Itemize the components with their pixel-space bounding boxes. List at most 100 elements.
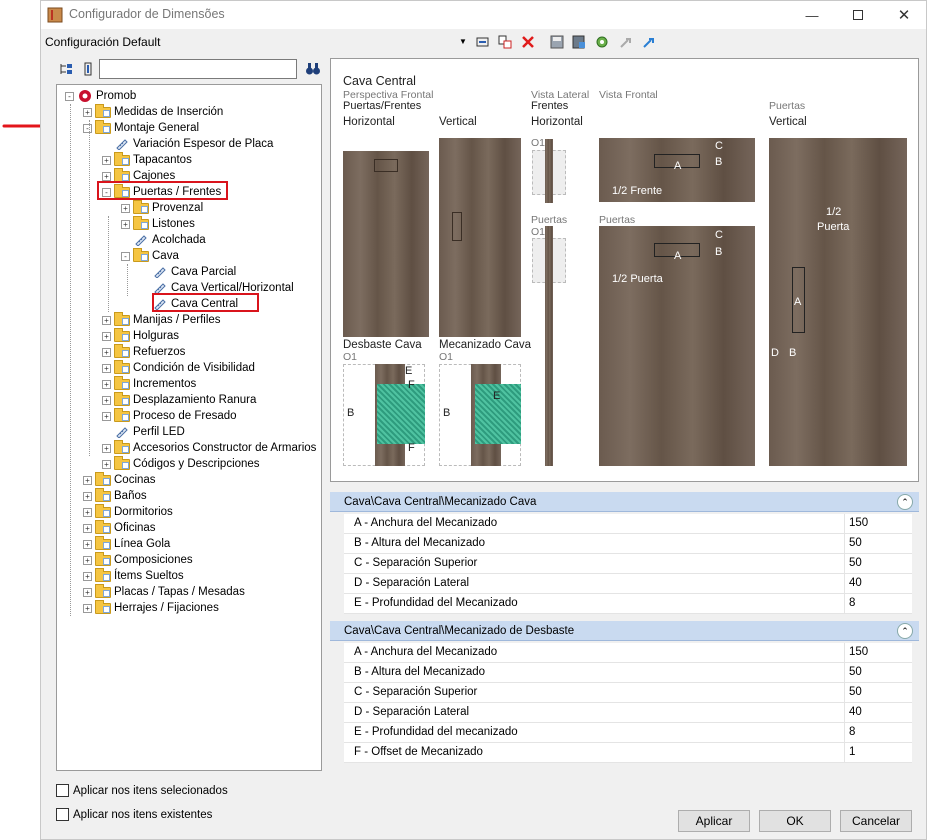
- binoculars-search-icon[interactable]: [305, 61, 321, 77]
- checkbox-box[interactable]: [56, 808, 69, 821]
- label-desbaste: Desbaste Cava: [343, 339, 422, 351]
- tree-expander[interactable]: +: [102, 411, 111, 421]
- ok-button[interactable]: OK: [759, 810, 831, 832]
- dropdown-arrow-icon[interactable]: ▼: [459, 37, 467, 46]
- section-header[interactable]: Cava\Cava Central\Mecanizado Cava ⌃: [330, 492, 919, 512]
- tree-item[interactable]: + Tapacantos: [102, 152, 192, 168]
- tree-expander[interactable]: +: [102, 443, 111, 453]
- tree-expander[interactable]: +: [121, 219, 130, 229]
- tree-expander[interactable]: +: [102, 395, 111, 405]
- tree-expander[interactable]: +: [102, 171, 111, 181]
- property-value-input[interactable]: 8: [844, 594, 912, 614]
- tree-item[interactable]: + Accesorios Constructor de Armarios: [102, 440, 316, 456]
- folder-icon: [133, 200, 149, 215]
- property-value-input[interactable]: 50: [844, 554, 912, 574]
- property-value-input[interactable]: 50: [844, 683, 912, 703]
- tree-item[interactable]: + Manijas / Perfiles: [102, 312, 221, 328]
- expand-all-icon[interactable]: [58, 61, 74, 77]
- tree-item[interactable]: + Incrementos: [102, 376, 196, 392]
- toolbar-select-icon[interactable]: [475, 34, 491, 50]
- tree-item[interactable]: + Baños: [83, 488, 147, 504]
- ruler-icon: [114, 137, 130, 151]
- tree-item[interactable]: - Cava: [121, 248, 179, 264]
- tree-item[interactable]: + Provenzal: [121, 200, 203, 216]
- section-header[interactable]: Cava\Cava Central\Mecanizado de Desbaste…: [330, 621, 919, 641]
- tree-item[interactable]: + Composiciones: [83, 552, 193, 568]
- tree-expander[interactable]: +: [102, 363, 111, 373]
- toolbar-link-icon[interactable]: [641, 34, 657, 50]
- tree-expander[interactable]: +: [83, 475, 92, 485]
- tree-item[interactable]: Acolchada: [121, 232, 206, 248]
- property-value-input[interactable]: 1: [844, 743, 912, 763]
- tree-item[interactable]: Cava Parcial: [140, 264, 236, 280]
- tree-item[interactable]: Variación Espesor de Placa: [102, 136, 273, 152]
- tree-expander[interactable]: +: [83, 587, 92, 597]
- tree-expander[interactable]: +: [83, 555, 92, 565]
- tree-expander[interactable]: +: [83, 491, 92, 501]
- apply-existing-checkbox[interactable]: Aplicar nos itens existentes: [56, 808, 212, 821]
- toolbar-export-icon[interactable]: [571, 34, 587, 50]
- minimize-button[interactable]: —: [789, 1, 835, 29]
- tree-expander[interactable]: -: [83, 123, 92, 133]
- toolbar-import-icon[interactable]: [618, 34, 634, 50]
- tree-expander[interactable]: +: [102, 331, 111, 341]
- tree-expander[interactable]: +: [83, 107, 92, 117]
- property-value-input[interactable]: 40: [844, 574, 912, 594]
- tree-item[interactable]: + Dormitorios: [83, 504, 173, 520]
- tree-item[interactable]: + Cocinas: [83, 472, 156, 488]
- toolbar-save-icon[interactable]: [549, 34, 565, 50]
- door-horizontal-cava: [374, 159, 398, 172]
- tree-item-label: Baños: [114, 490, 147, 502]
- tree-expander[interactable]: +: [83, 571, 92, 581]
- toolbar-copy-icon[interactable]: [497, 34, 513, 50]
- property-value-input[interactable]: 40: [844, 703, 912, 723]
- tree-expander[interactable]: +: [102, 315, 111, 325]
- tree-item[interactable]: + Ítems Sueltos: [83, 568, 184, 584]
- tree-expander[interactable]: +: [102, 155, 111, 165]
- tree-item[interactable]: + Holguras: [102, 328, 179, 344]
- collapse-chevron-icon[interactable]: ⌃: [897, 623, 913, 639]
- tree-expander[interactable]: +: [83, 539, 92, 549]
- maximize-button[interactable]: [835, 1, 881, 29]
- tree-item[interactable]: + Oficinas: [83, 520, 156, 536]
- tree-item[interactable]: + Línea Gola: [83, 536, 170, 552]
- property-value-input[interactable]: 8: [844, 723, 912, 743]
- close-button[interactable]: ✕: [881, 1, 927, 29]
- configuration-select[interactable]: Configuración Default: [45, 32, 469, 52]
- apply-selected-checkbox[interactable]: Aplicar nos itens selecionados: [56, 784, 228, 797]
- property-value-input[interactable]: 150: [844, 514, 912, 534]
- tree-root[interactable]: - Promob: [65, 88, 136, 104]
- tree-item[interactable]: + Condición de Visibilidad: [102, 360, 255, 376]
- tree-item[interactable]: + Refuerzos: [102, 344, 185, 360]
- property-value-input[interactable]: 50: [844, 663, 912, 683]
- tree-item[interactable]: + Medidas de Inserción: [83, 104, 223, 120]
- tree-expander[interactable]: +: [102, 379, 111, 389]
- tree-search-input[interactable]: [99, 59, 297, 79]
- tree-expander[interactable]: +: [121, 203, 130, 213]
- tree-expander[interactable]: +: [83, 603, 92, 613]
- tree-item[interactable]: Perfil LED: [102, 424, 185, 440]
- tree-expander[interactable]: +: [83, 523, 92, 533]
- checkbox-box[interactable]: [56, 784, 69, 797]
- toolbar-delete-icon[interactable]: [520, 34, 536, 50]
- tree-expander[interactable]: +: [83, 507, 92, 517]
- tree-expander[interactable]: +: [102, 459, 111, 469]
- tree-item[interactable]: - Montaje General: [83, 120, 199, 136]
- toolbar-gear-icon[interactable]: [594, 34, 610, 50]
- cancel-button[interactable]: Cancelar: [840, 810, 912, 832]
- property-value-input[interactable]: 150: [844, 643, 912, 663]
- collapse-all-icon[interactable]: [80, 61, 96, 77]
- property-value-input[interactable]: 50: [844, 534, 912, 554]
- tree-item[interactable]: + Herrajes / Fijaciones: [83, 600, 219, 616]
- apply-button[interactable]: Aplicar: [678, 810, 750, 832]
- tree-item[interactable]: + Desplazamiento Ranura: [102, 392, 256, 408]
- tree-expander[interactable]: -: [65, 91, 74, 101]
- tree-expander[interactable]: -: [121, 251, 130, 261]
- lateral-frente-edge: [545, 139, 553, 203]
- tree-item[interactable]: + Códigos y Descripciones: [102, 456, 260, 472]
- tree-item[interactable]: + Placas / Tapas / Mesadas: [83, 584, 245, 600]
- tree-item[interactable]: + Proceso de Fresado: [102, 408, 237, 424]
- tree-item[interactable]: + Listones: [121, 216, 195, 232]
- tree-expander[interactable]: +: [102, 347, 111, 357]
- collapse-chevron-icon[interactable]: ⌃: [897, 494, 913, 510]
